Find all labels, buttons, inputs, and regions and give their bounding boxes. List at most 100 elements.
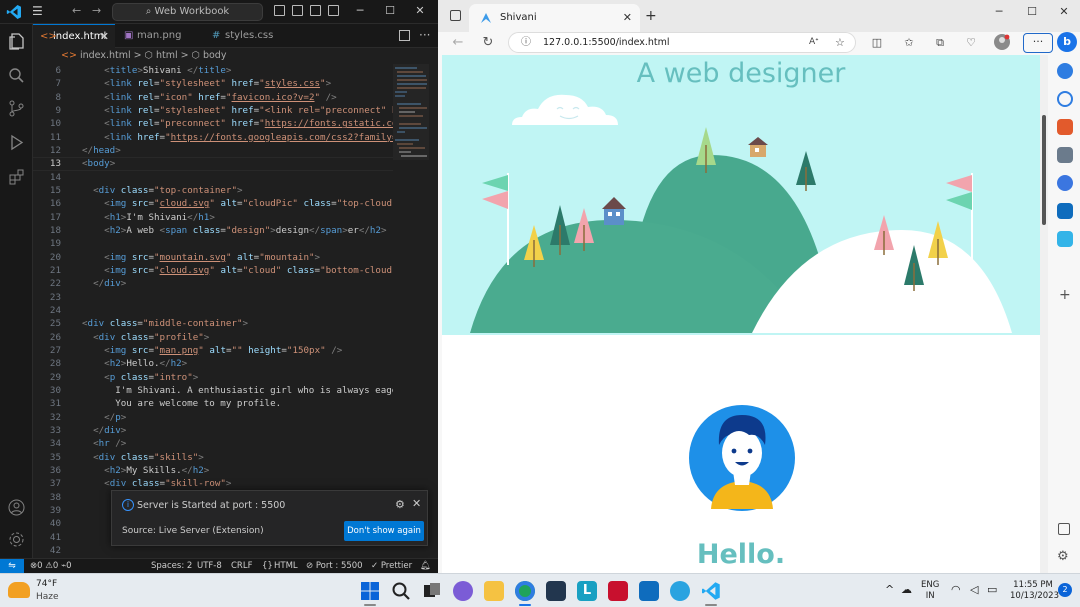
settings-more-button[interactable]: ··· [1023,33,1053,53]
menu-icon[interactable]: ☰ [32,4,46,18]
code-line[interactable]: 10 <link rel="preconnect" href="https://… [33,117,393,130]
browser-tab-shivani[interactable]: Shivani ✕ [469,4,640,32]
battery-icon[interactable]: ▭ [987,584,997,595]
code-line[interactable]: 37 <div class="skill-row"> [33,477,393,490]
volume-icon[interactable]: ◁ [970,584,978,595]
code-line[interactable]: 18 <h2>A web <span class="design">design… [33,224,393,237]
games-icon[interactable] [1057,175,1073,191]
onedrive-cloud-icon[interactable]: ☁ [901,584,912,595]
code-line[interactable]: 17 <h1>I'm Shivani</h1> [33,211,393,224]
address-bar[interactable]: ⓘ 127.0.0.1:5500/index.html Aᐩ ☆ [508,32,856,53]
code-line[interactable]: 14 [33,171,393,184]
notification-close-icon[interactable]: ✕ [412,497,421,510]
wifi-icon[interactable]: ◠ [951,584,961,595]
search-icon[interactable] [391,581,411,601]
language-indicator[interactable]: ENG IN [921,580,939,602]
code-line[interactable]: 11 <link href="https://fonts.googleapis.… [33,131,393,144]
source-control-icon[interactable] [7,99,26,118]
code-line[interactable]: 23 [33,291,393,304]
code-line[interactable]: 8 <link rel="icon" href="favicon.ico?v=2… [33,91,393,104]
code-line[interactable]: 15 <div class="top-container"> [33,184,393,197]
editor-scrollbar[interactable] [430,64,438,558]
code-line[interactable]: 24 [33,304,393,317]
breadcrumb-body[interactable]: body [203,50,227,61]
minimize-icon[interactable]: ─ [350,2,370,20]
encoding-status[interactable]: UTF-8 [197,559,222,573]
forward-arrow-icon[interactable]: → [92,4,101,18]
split-editor-icon[interactable] [399,30,410,41]
remote-indicator-icon[interactable]: ⇋ [0,559,24,573]
telegram-icon[interactable] [670,581,690,601]
shopping-icon[interactable] [1057,119,1073,135]
run-debug-icon[interactable] [7,133,26,152]
language-status[interactable]: HTML [274,559,298,573]
hide-sidebar-icon[interactable] [1058,523,1070,535]
info-circle-icon[interactable]: ⓘ [521,33,531,52]
profile-avatar[interactable] [993,34,1011,52]
close-icon[interactable]: ✕ [410,2,430,20]
code-line[interactable]: 21 <img src="cloud.svg" alt="cloud" clas… [33,264,393,277]
notification-badge[interactable]: 2 [1058,583,1072,597]
collections-icon[interactable]: ⧉ [931,34,949,52]
accounts-icon[interactable] [7,498,26,517]
code-line[interactable]: 29 <p class="intro"> [33,371,393,384]
code-line[interactable]: 22 </div> [33,277,393,290]
notifications-icon[interactable] [1057,63,1073,79]
new-tab-plus-icon[interactable]: + [645,6,657,26]
search-icon[interactable] [7,66,26,85]
tab-styles-css[interactable]: # styles.css [205,24,295,48]
code-line[interactable]: 6 <title>Shivani </title> [33,64,393,77]
search-icon[interactable] [1057,91,1073,107]
maximize-icon[interactable]: ☐ [1021,4,1043,20]
teams-chat-icon[interactable] [453,581,473,601]
toggle-secondary-sidebar-icon[interactable] [310,5,321,16]
manage-gear-icon[interactable] [7,530,26,549]
edge-taskbar-icon[interactable] [515,581,535,601]
code-line[interactable]: 35 <div class="skills"> [33,451,393,464]
code-line[interactable]: 19 [33,237,393,250]
maximize-icon[interactable]: ☐ [380,2,400,20]
code-editor[interactable]: 6 <title>Shivani </title> 7 <link rel="st… [33,64,393,558]
read-aloud-icon[interactable]: Aᐩ [809,33,819,52]
vscode-taskbar-icon[interactable] [701,581,721,601]
tab-actions-icon[interactable] [450,10,461,21]
favorites-icon[interactable]: ✩ [900,34,918,52]
toggle-primary-sidebar-icon[interactable] [274,5,285,16]
live-server-port-status[interactable]: ⊘ Port : 5500 [306,559,363,573]
indentation-status[interactable]: Spaces: 2 [151,559,192,573]
tools-icon[interactable] [1057,147,1073,163]
prettier-status[interactable]: ✓ Prettier [371,559,412,573]
code-line[interactable]: 7 <link rel="stylesheet" href="styles.cs… [33,77,393,90]
tab-index-html[interactable]: <> index.html ✕ [33,24,115,48]
code-line[interactable]: 12 </head> [33,144,393,157]
breadcrumb-file[interactable]: index.html [80,50,131,61]
code-line[interactable]: 36 <h2>My Skills.</h2> [33,464,393,477]
l-app-icon[interactable]: L [577,581,597,601]
dont-show-again-button[interactable]: Don't show again [344,521,424,541]
code-line[interactable]: 26 <div class="profile"> [33,331,393,344]
code-line[interactable]: 9 <link rel="stylesheet" href="<link rel… [33,104,393,117]
task-view-icon[interactable] [422,581,442,601]
code-line[interactable]: 20 <img src="mountain.svg" alt="mountain… [33,251,393,264]
weather-temp[interactable]: 74°F [36,579,57,589]
command-center-search[interactable]: ⌕ Web Workbook [112,3,263,21]
toggle-panel-icon[interactable] [292,5,303,16]
eol-status[interactable]: CRLF [231,559,252,573]
add-sidebar-app-icon[interactable]: + [1059,287,1071,303]
back-arrow-icon[interactable]: ← [72,4,81,18]
mcafee-icon[interactable] [608,581,628,601]
tab-man-png[interactable]: ▣ man.png [117,24,205,48]
code-line[interactable]: 28 <h2>Hello.</h2> [33,357,393,370]
minimize-icon[interactable]: ─ [988,4,1010,20]
extensions-icon[interactable] [7,167,26,186]
weather-haze-icon[interactable] [8,582,30,598]
favorite-star-icon[interactable]: ☆ [835,33,845,52]
split-screen-icon[interactable]: ◫ [868,34,886,52]
sidebar-settings-gear-icon[interactable]: ⚙ [1057,549,1069,564]
code-line[interactable]: 27 <img src="man.png" alt="" height="150… [33,344,393,357]
store-icon[interactable] [546,581,566,601]
show-hidden-icons-chevron-icon[interactable]: ^ [885,584,894,595]
customize-layout-icon[interactable] [328,5,339,16]
minimap[interactable] [393,64,429,160]
drop-icon[interactable] [1057,231,1073,247]
